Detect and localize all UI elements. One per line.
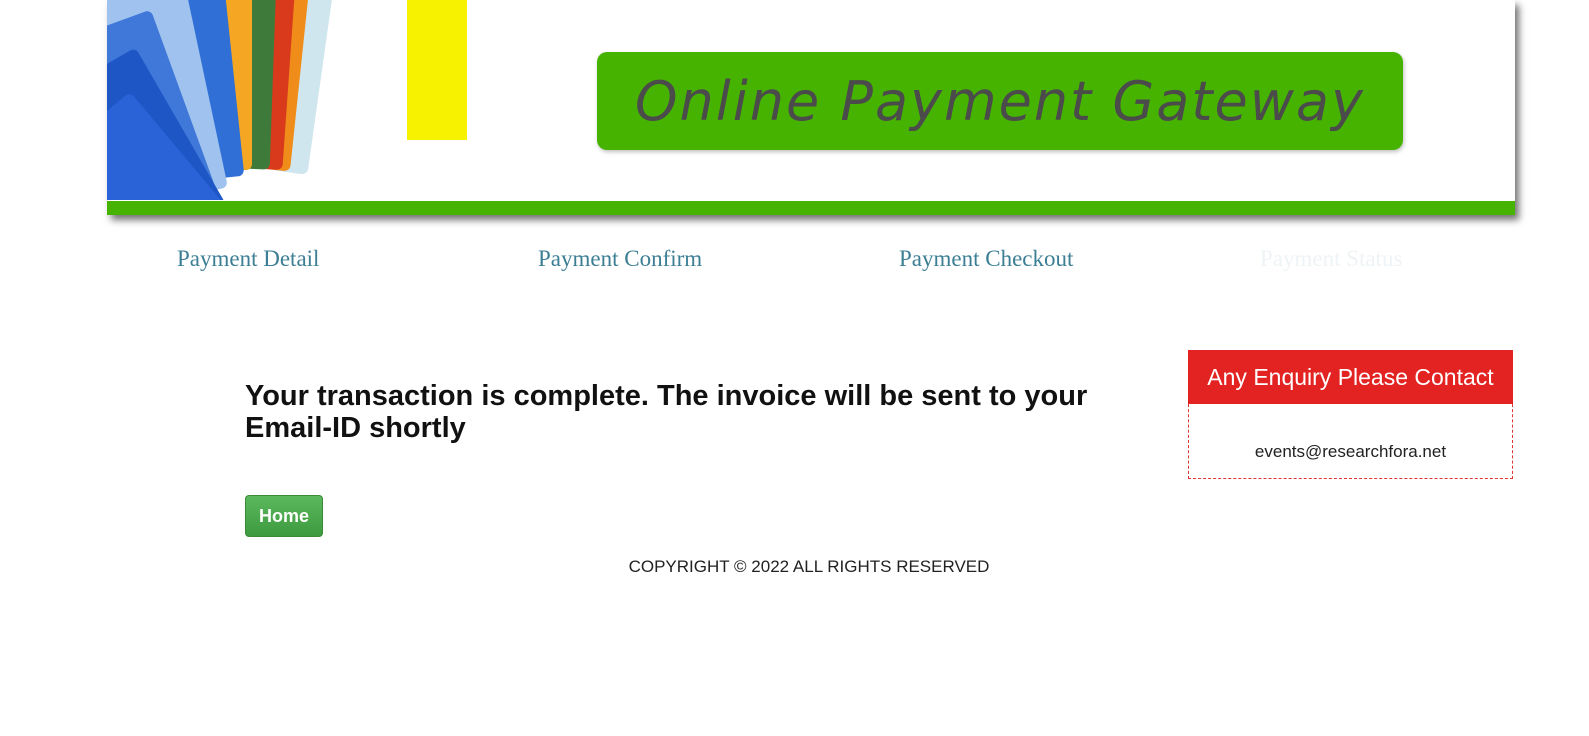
header-banner: Online Payment Gateway: [107, 0, 1515, 215]
step-payment-detail[interactable]: Payment Detail: [177, 246, 319, 272]
gateway-title: Online Payment Gateway: [635, 69, 1365, 133]
step-payment-confirm[interactable]: Payment Confirm: [538, 246, 702, 272]
copyright-text: COPYRIGHT © 2022 ALL RIGHTS RESERVED: [628, 557, 990, 576]
enquiry-email-panel: events@researchfora.net: [1188, 404, 1513, 479]
payment-steps-nav: Payment Detail Payment Confirm Payment C…: [0, 246, 1589, 280]
step-payment-status: Payment Status: [1260, 246, 1403, 271]
home-button[interactable]: Home: [245, 495, 323, 537]
enquiry-email[interactable]: events@researchfora.net: [1255, 442, 1446, 462]
step-payment-checkout[interactable]: Payment Checkout: [899, 246, 1073, 272]
page: Online Payment Gateway Payment Detail Pa…: [0, 0, 1589, 736]
banner-green-stripe: [107, 201, 1515, 215]
gateway-title-banner: Online Payment Gateway: [597, 52, 1403, 150]
credit-cards-image: [107, 0, 467, 200]
transaction-complete-message: Your transaction is complete. The invoic…: [245, 380, 1088, 444]
enquiry-box: Any Enquiry Please Contact events@resear…: [1188, 350, 1513, 479]
enquiry-heading: Any Enquiry Please Contact: [1188, 350, 1513, 404]
